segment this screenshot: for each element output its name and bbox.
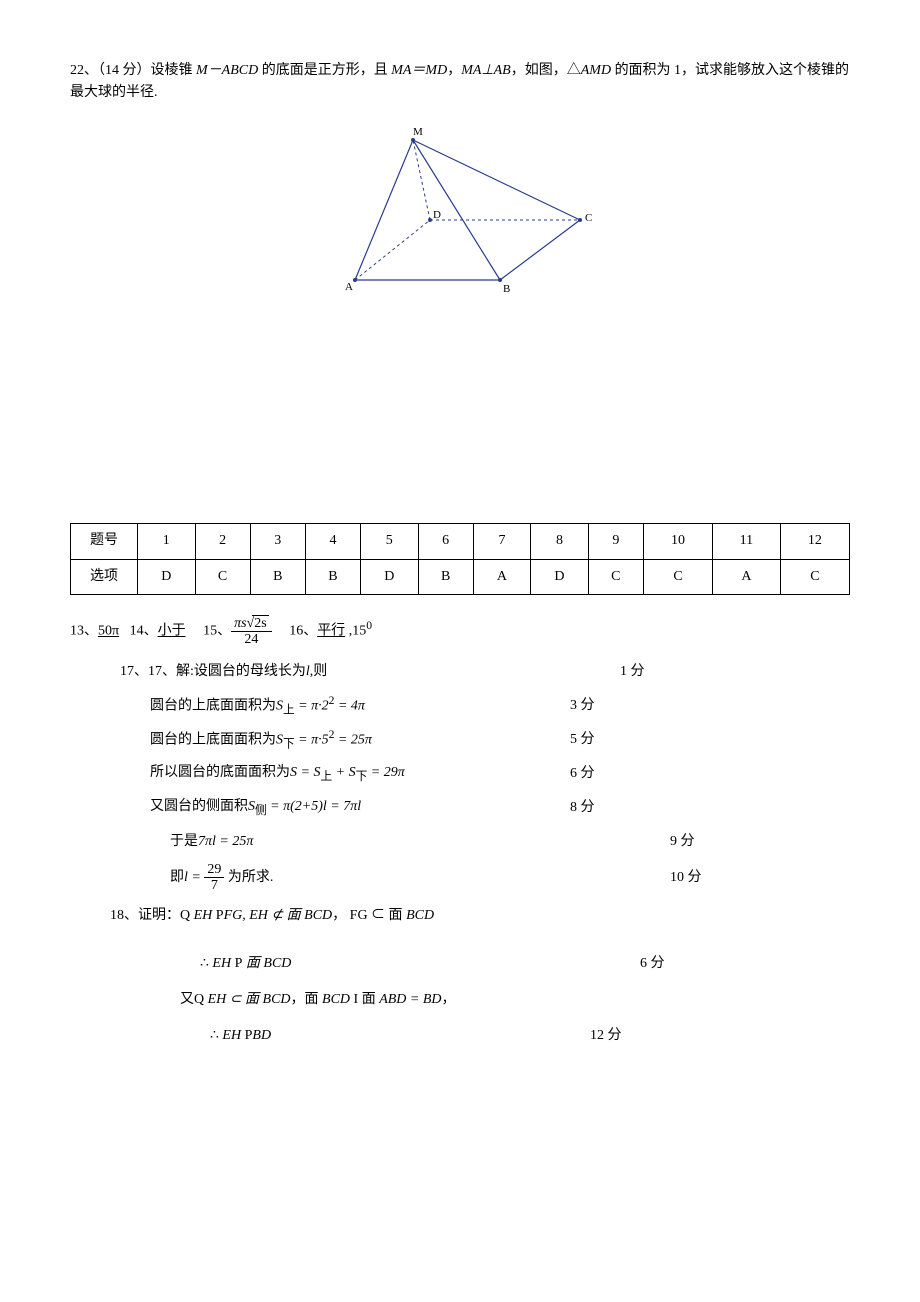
th-4: 4 (305, 524, 360, 559)
edge-bc (500, 220, 580, 280)
ans-10: C (643, 559, 712, 594)
dot-d (428, 218, 432, 222)
label-c: C (585, 212, 592, 224)
answer-label: 选项 (71, 559, 138, 594)
question-22: 22、（14 分）设棱锥 M－ABCD 的底面是正方形，且 MA＝MD，MA⊥A… (70, 60, 850, 105)
th-3: 3 (250, 524, 305, 559)
th-5: 5 (361, 524, 419, 559)
s17-intro: 17、17、解:设圆台的母线长为l,则 (120, 661, 560, 683)
s17-line6: 即l = 297 为所求. (170, 862, 610, 894)
th-11: 11 (713, 524, 781, 559)
s17-score2: 5 分 (570, 729, 595, 751)
ans-2: C (195, 559, 250, 594)
dot-m (411, 138, 415, 142)
s18-line1: 18、证明：Q EH PFG, EH ⊄ 面 BCD， FG ⊂ 面 BCD (110, 905, 550, 927)
dot-c (578, 218, 582, 222)
ans-8: D (531, 559, 589, 594)
answer-table-header-row: 题号 1 2 3 4 5 6 7 8 9 10 11 12 (71, 524, 850, 559)
th-1: 1 (138, 524, 196, 559)
s18-score1: 6 分 (640, 953, 665, 975)
s18-line2: ∴ EH P 面 BCD (200, 953, 640, 975)
q22-triangle: AMD (581, 63, 611, 78)
q22-text-1: 设棱锥 (151, 63, 197, 78)
q22-pyramid: M－ABCD (196, 63, 258, 78)
th-10: 10 (643, 524, 712, 559)
s17-line3: 所以圆台的底面面积为S = S上 + S下 = 29π (150, 762, 510, 786)
label-m: M (413, 126, 423, 138)
label-d: D (433, 209, 441, 221)
ans-1: D (138, 559, 196, 594)
fill-16-num: 16、 (289, 624, 317, 639)
fill-16-sup: 0 (366, 619, 372, 632)
s18-line4: ∴ EH PBD (210, 1025, 590, 1047)
fill-13-num: 13、 (70, 624, 98, 639)
solution-17: 17、17、解:设圆台的母线长为l,则 1 分 圆台的上底面面积为S上 = π·… (120, 658, 850, 894)
s17-score6: 10 分 (670, 867, 702, 889)
answer-table-answer-row: 选项 D C B B D B A D C C A C (71, 559, 850, 594)
pyramid-figure: M A B C D (70, 125, 850, 303)
s17-line1: 圆台的上底面面积为S上 = π·22 = 4π (150, 692, 510, 720)
q22-number: 22、 (70, 63, 98, 78)
th-6: 6 (418, 524, 473, 559)
edge-ma (355, 140, 413, 280)
th-8: 8 (531, 524, 589, 559)
fill-15-num: 15、 (203, 624, 231, 639)
fill-15-ans: πs√2s24 (231, 624, 272, 639)
fill-in-answers: 13、50π 14、小于 15、πs√2s24 16、平行 ,150 (70, 615, 850, 648)
ans-11: A (713, 559, 781, 594)
q22-eq2: MA⊥AB (461, 63, 511, 78)
s18-line3: 又Q EH ⊂ 面 BCD，面 BCD I 面 ABD = BD， (180, 989, 620, 1011)
s17-score1: 3 分 (570, 695, 595, 717)
s17-score3: 6 分 (570, 763, 595, 785)
ans-12: C (780, 559, 849, 594)
ans-9: C (588, 559, 643, 594)
header-label: 题号 (71, 524, 138, 559)
q22-eq1: MA＝MD (391, 63, 447, 78)
label-a: A (345, 281, 353, 293)
ans-5: D (361, 559, 419, 594)
fill-14-ans: 小于 (158, 624, 186, 639)
s18-score2: 12 分 (590, 1025, 622, 1047)
f15-num-rad: 2s (252, 615, 268, 631)
ans-3: B (250, 559, 305, 594)
th-7: 7 (473, 524, 531, 559)
label-b: B (503, 283, 510, 295)
fill-16-ans-b: ,15 (345, 624, 366, 639)
ans-6: B (418, 559, 473, 594)
f15-num-prefix: πs (234, 616, 246, 631)
edge-md (413, 140, 430, 220)
dot-a (353, 278, 357, 282)
s17-score4: 8 分 (570, 797, 595, 819)
solution-18: 18、证明：Q EH PFG, EH ⊄ 面 BCD， FG ⊂ 面 BCD ∴… (110, 902, 850, 1050)
fill-16-ans-a: 平行 (317, 624, 345, 639)
fill-14-num: 14、 (130, 624, 158, 639)
q22-text-2: 的底面是正方形，且 (258, 63, 391, 78)
s17-score0: 1 分 (620, 661, 645, 683)
th-12: 12 (780, 524, 849, 559)
s17-line2: 圆台的上底面面积为S下 = π·52 = 25π (150, 726, 510, 754)
edge-ad (355, 220, 430, 280)
q22-points: （14 分） (98, 63, 151, 78)
dot-b (498, 278, 502, 282)
th-2: 2 (195, 524, 250, 559)
f15-den: 24 (231, 632, 272, 647)
s17-line5: 于是7πl = 25π (170, 831, 610, 853)
s17-line4: 又圆台的侧面积S侧 = π(2+5)l = 7πl (150, 796, 510, 820)
fill-13-ans: 50π (98, 624, 119, 639)
s17-score5: 9 分 (670, 831, 695, 853)
q22-comma: ， (447, 63, 461, 78)
ans-7: A (473, 559, 531, 594)
ans-4: B (305, 559, 360, 594)
q22-text-3: ，如图，△ (511, 63, 581, 78)
th-9: 9 (588, 524, 643, 559)
pyramid-svg: M A B C D (325, 125, 595, 295)
answer-table: 题号 1 2 3 4 5 6 7 8 9 10 11 12 选项 D C B B… (70, 523, 850, 595)
